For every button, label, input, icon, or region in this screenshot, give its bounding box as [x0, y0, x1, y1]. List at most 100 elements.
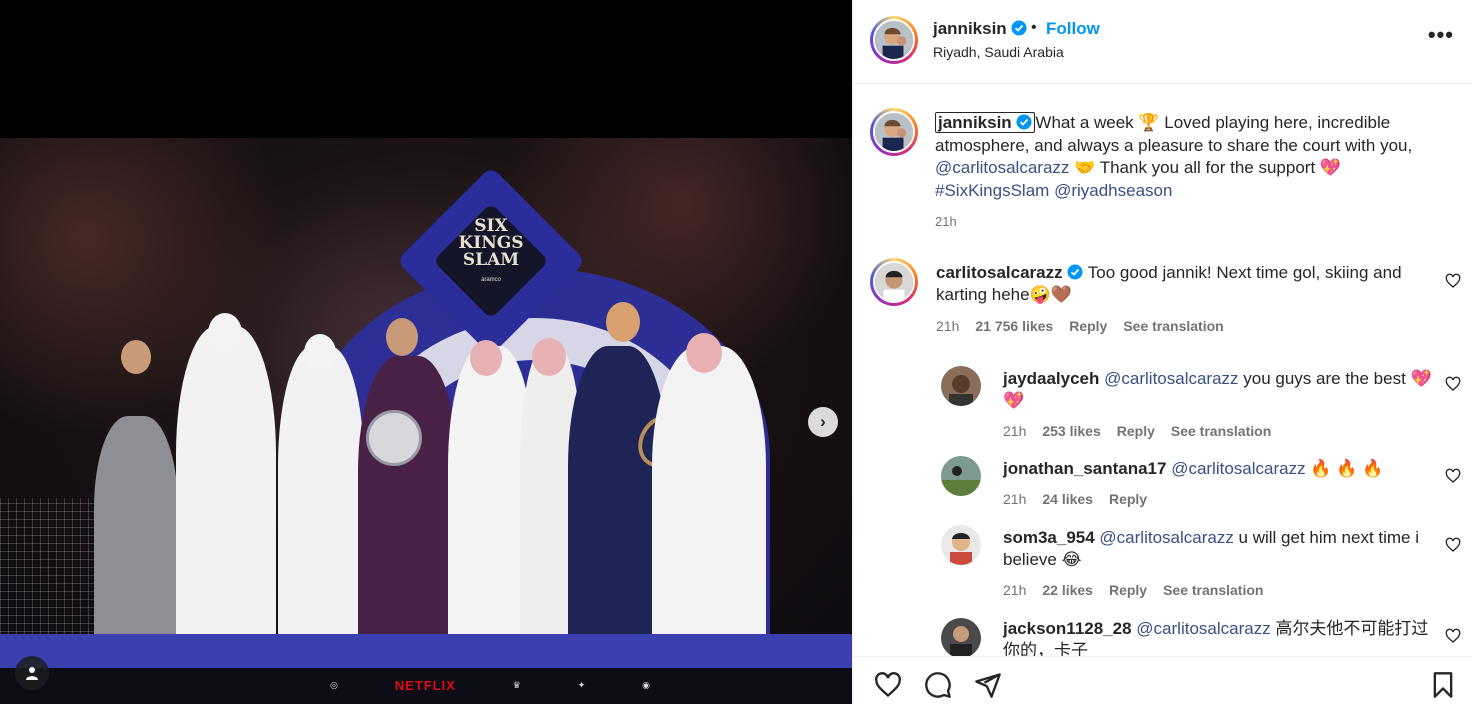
caption-body-2: 🤝 Thank you all for the support 💖 [1069, 158, 1342, 177]
comment-avatar-image [941, 456, 981, 496]
person-7-head [606, 302, 640, 342]
comment-text: jonathan_santana17 @carlitosalcarazz 🔥 🔥… [1003, 458, 1443, 480]
verified-badge-icon [1011, 20, 1027, 36]
caption-avatar[interactable] [870, 108, 918, 156]
follow-button[interactable]: Follow [1046, 19, 1100, 39]
person-4-head [386, 318, 418, 356]
comment-like-heart-icon[interactable] [1445, 628, 1461, 644]
comment-translate-button[interactable]: See translation [1171, 423, 1271, 439]
comment-avatar[interactable] [941, 618, 981, 658]
comment-meta: 21h 21 756 likes Reply See translation [936, 318, 1224, 334]
comment-time[interactable]: 21h [1003, 491, 1026, 507]
separator-dot: • [1031, 19, 1037, 36]
comment-username[interactable]: jonathan_santana17 [1003, 459, 1166, 478]
comment-likes[interactable]: 253 likes [1042, 423, 1100, 439]
comment-icon[interactable] [924, 671, 952, 699]
comment-avatar-image [941, 618, 981, 658]
person-3-head [304, 334, 336, 372]
caption-avatar-image [875, 113, 913, 151]
comment-body: 🔥 🔥 🔥 [1305, 459, 1384, 478]
comment-translate-button[interactable]: See translation [1123, 318, 1223, 334]
person-4 [358, 356, 458, 646]
comment-mention-link[interactable]: @carlitosalcarazz [1099, 528, 1233, 547]
verified-badge-icon [1016, 114, 1032, 130]
comment-likes[interactable]: 22 likes [1042, 582, 1093, 598]
sponsor-logo-1: ◎ [330, 679, 338, 690]
heart-icon[interactable] [874, 671, 902, 699]
person-3 [278, 346, 364, 646]
comment-mention-link[interactable]: @carlitosalcarazz [1171, 459, 1305, 478]
logo-line-3: SLAM [462, 250, 520, 270]
post-header: janniksin • Follow Riyadh, Saudi Arabia … [853, 0, 1472, 84]
comment-reply-button[interactable]: Reply [1109, 582, 1147, 598]
person-2-head [208, 313, 242, 353]
comment-avatar[interactable] [941, 366, 981, 406]
comment-translate-button[interactable]: See translation [1163, 582, 1263, 598]
post-location[interactable]: Riyadh, Saudi Arabia [933, 44, 1064, 60]
comment-username[interactable]: jackson1128_28 [1003, 619, 1132, 638]
comment-meta: 21h 24 likes Reply [1003, 491, 1147, 507]
comment-avatar-image [941, 525, 981, 565]
comment-username[interactable]: som3a_954 [1003, 528, 1095, 547]
person-8 [652, 346, 766, 646]
share-icon[interactable] [974, 671, 1002, 699]
comment-like-heart-icon[interactable] [1445, 537, 1461, 553]
person-5-head [470, 340, 502, 376]
comment-mention-link[interactable]: @carlitosalcarazz [1104, 369, 1238, 388]
comment-avatar[interactable] [941, 525, 981, 565]
comment-time[interactable]: 21h [1003, 582, 1026, 598]
more-options-icon: ••• [1427, 22, 1454, 47]
comment-mention-link[interactable]: @carlitosalcarazz [1136, 619, 1270, 638]
comment-time[interactable]: 21h [936, 318, 959, 334]
caption-mention-link[interactable]: @carlitosalcarazz [935, 158, 1069, 177]
six-kings-slam-logo: SIX KINGS SLAM aramco [396, 166, 586, 356]
comment-text: carlitosalcarazz Too good jannik! Next t… [936, 262, 1436, 306]
author-avatar[interactable] [870, 16, 918, 64]
chevron-right-icon: › [820, 412, 826, 431]
sponsor-logo-5: ◉ [642, 679, 650, 690]
next-slide-button[interactable]: › [808, 407, 838, 437]
caption-mention-link-2[interactable]: @riyadhseason [1054, 181, 1172, 200]
comment-username[interactable]: carlitosalcarazz [936, 263, 1083, 282]
comment-reply-button[interactable]: Reply [1117, 423, 1155, 439]
verified-badge-icon [1067, 264, 1083, 280]
user-tag-icon [26, 667, 38, 680]
comment-likes[interactable]: 21 756 likes [975, 318, 1053, 334]
comment-like-heart-icon[interactable] [1445, 376, 1461, 392]
comment-avatar-image [941, 366, 981, 406]
sponsor-logo-4: ✦ [577, 679, 586, 690]
comment-meta: 21h 22 likes Reply See translation [1003, 582, 1263, 598]
person-1-head [121, 340, 151, 374]
person-8-head [686, 333, 722, 373]
more-options-button[interactable]: ••• [1428, 22, 1454, 48]
comment-reply-button[interactable]: Reply [1069, 318, 1107, 334]
person-1 [94, 416, 178, 646]
post-side-panel: janniksin • Follow Riyadh, Saudi Arabia … [852, 0, 1472, 704]
caption-username[interactable]: janniksin [935, 112, 1036, 133]
instagram-post-dialog: SIX KINGS SLAM aramco ◎ NETFLIX ♛ ✦ ◉ › … [0, 0, 1472, 704]
tagged-users-button[interactable] [15, 656, 49, 690]
comment-reply-button[interactable]: Reply [1109, 491, 1147, 507]
comment-likes[interactable]: 24 likes [1042, 491, 1093, 507]
comment-username[interactable]: jaydaalyceh [1003, 369, 1099, 388]
caption-hashtag-link[interactable]: #SixKingsSlam [935, 181, 1049, 200]
bookmark-icon[interactable] [1429, 671, 1457, 699]
comment-avatar[interactable] [870, 258, 918, 306]
comment-avatar[interactable] [941, 456, 981, 496]
author-username[interactable]: janniksin [933, 19, 1027, 39]
trophy-plate [366, 410, 422, 466]
post-action-bar [853, 656, 1472, 704]
comment-time[interactable]: 21h [1003, 423, 1026, 439]
person-2 [176, 326, 276, 646]
post-photo: SIX KINGS SLAM aramco ◎ NETFLIX ♛ ✦ ◉ [0, 138, 852, 704]
comment-text: som3a_954 @carlitosalcarazz u will get h… [1003, 527, 1443, 571]
caption-text: janniksin What a week 🏆 Loved playing he… [935, 112, 1445, 202]
comment-avatar-image [875, 263, 913, 301]
logo-sponsor: aramco [480, 277, 501, 283]
author-avatar-image [875, 21, 913, 59]
post-media[interactable]: SIX KINGS SLAM aramco ◎ NETFLIX ♛ ✦ ◉ › [0, 0, 852, 704]
comment-like-heart-icon[interactable] [1445, 468, 1461, 484]
caption-timestamp[interactable]: 21h [935, 214, 957, 229]
comment-like-heart-icon[interactable] [1445, 273, 1461, 289]
sponsor-netflix: NETFLIX [394, 677, 456, 693]
